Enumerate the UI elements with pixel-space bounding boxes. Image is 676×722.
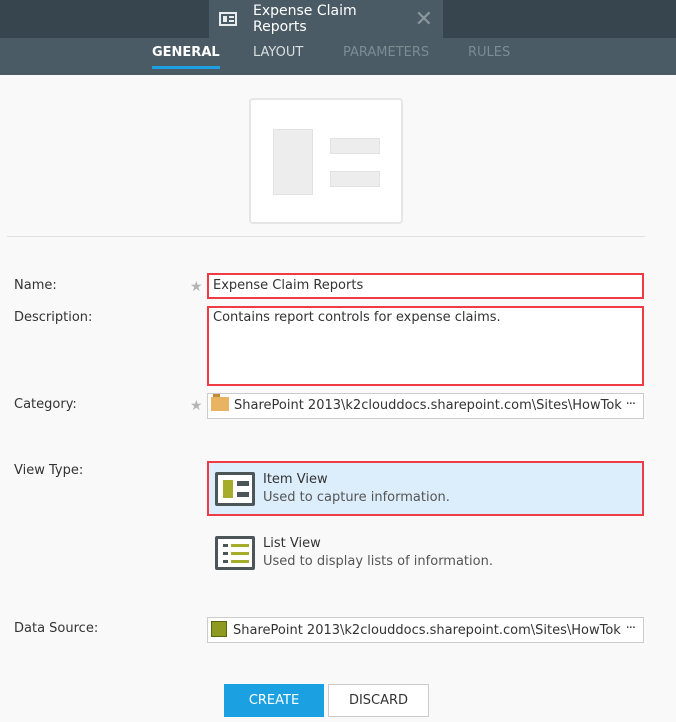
ellipsis-button[interactable]: ··· (626, 621, 636, 636)
tab-layout[interactable]: LAYOUT (253, 45, 303, 60)
description-input[interactable]: Contains report controls for expense cla… (207, 306, 644, 386)
name-label: Name: (14, 278, 57, 293)
smartobject-icon (211, 621, 227, 637)
category-picker[interactable]: SharePoint 2013\k2clouddocs.sharepoint.c… (207, 393, 644, 419)
data-source-label: Data Source: (14, 621, 99, 636)
tab-title: Expense Claim Reports (252, 3, 357, 35)
view-type-label: View Type: (14, 463, 84, 478)
view-title: Item View (263, 471, 328, 487)
ellipsis-button[interactable]: ··· (626, 397, 636, 412)
view-description: Used to display lists of information. (263, 553, 493, 569)
view-type-list-view[interactable]: List View Used to display lists of inform… (207, 525, 644, 580)
name-input[interactable]: Expense Claim Reports (207, 273, 644, 299)
view-description: Used to capture information. (263, 489, 450, 505)
document-tab[interactable]: Expense Claim Reports ✕ (209, 0, 443, 38)
view-preview-thumbnail (249, 98, 403, 224)
tab-general[interactable]: GENERAL (152, 45, 220, 69)
required-icon: ★ (190, 398, 203, 414)
item-view-icon (215, 471, 255, 506)
required-icon: ★ (190, 279, 203, 295)
list-view-icon (215, 535, 255, 570)
category-label: Category: (14, 397, 77, 412)
tab-rules[interactable]: RULES (468, 45, 510, 60)
data-source-value: SharePoint 2013\k2clouddocs.sharepoint.c… (233, 623, 621, 638)
create-button[interactable]: CREATE (224, 684, 324, 717)
close-icon[interactable]: ✕ (415, 7, 433, 32)
data-source-picker[interactable]: SharePoint 2013\k2clouddocs.sharepoint.c… (207, 617, 644, 643)
view-type-item-view[interactable]: Item View Used to capture information. (207, 461, 644, 516)
discard-button[interactable]: DISCARD (328, 684, 429, 717)
category-value: SharePoint 2013\k2clouddocs.sharepoint.c… (234, 398, 622, 413)
description-label: Description: (14, 310, 93, 325)
tab-parameters[interactable]: PARAMETERS (343, 45, 429, 60)
folder-icon (211, 394, 229, 411)
view-title: List View (263, 535, 321, 551)
item-view-icon (219, 12, 237, 26)
nav-tabs: GENERAL LAYOUT PARAMETERS RULES (0, 38, 676, 75)
divider (7, 236, 645, 237)
